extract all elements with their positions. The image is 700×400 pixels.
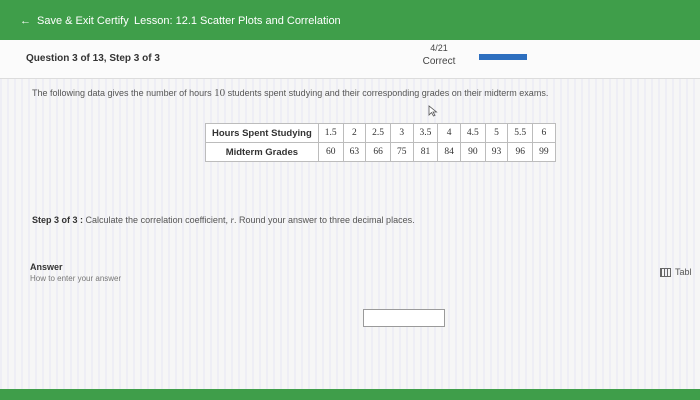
step-instruction: Step 3 of 3 : Calculate the correlation …: [32, 215, 415, 225]
student-count: 10: [214, 87, 226, 99]
table-cell-hours: 1.5: [317, 123, 344, 143]
step-text-after: . Round your answer to three decimal pla…: [233, 215, 415, 225]
status-text: Correct: [422, 56, 456, 67]
step-label: Step 3 of 3 :: [32, 215, 84, 225]
table-cell-grade: 93: [484, 142, 509, 162]
problem-prompt: The following data gives the number of h…: [32, 87, 548, 99]
table-cell-hours: 3.5: [412, 123, 439, 143]
save-exit-label: Save & Exit Certify: [37, 15, 129, 27]
row-header-grades: Midterm Grades: [205, 142, 319, 162]
table-row: Hours Spent Studying 1.5 2 2.5 3 3.5 4 4.5 5 5.5…: [205, 123, 556, 143]
top-bar: ← Save & Exit Certify Lesson: 12.1 Scatt…: [0, 0, 700, 40]
prompt-text-before: The following data gives the number of h…: [32, 88, 212, 98]
table-cell-hours: 4: [437, 123, 461, 143]
table-cell-hours: 5: [484, 123, 509, 143]
progress-bar: [479, 54, 527, 60]
table-cell-hours: 3: [390, 123, 414, 143]
row-header-hours: Hours Spent Studying: [205, 123, 319, 143]
back-arrow-icon: ←: [20, 15, 31, 27]
table-cell-grade: 96: [507, 142, 534, 162]
tables-button-label: Tabl: [675, 267, 692, 277]
answer-input[interactable]: [363, 309, 445, 327]
progress-fill: [479, 54, 527, 60]
mouse-cursor-icon: [428, 105, 438, 117]
score: 4/21: [430, 43, 448, 53]
table-cell-hours: 6: [532, 123, 556, 143]
question-number: Question 3 of 13, Step 3 of 3: [26, 53, 160, 64]
lesson-title: Lesson: 12.1 Scatter Plots and Correlati…: [134, 15, 341, 27]
answer-label: Answer: [30, 262, 63, 272]
question-header: Question 3 of 13, Step 3 of 3 4/21 Corre…: [0, 40, 700, 79]
table-cell-grade: 66: [365, 142, 391, 162]
tables-button[interactable]: Tabl: [654, 264, 700, 280]
table-cell-grade: 63: [342, 142, 367, 162]
table-cell-grade: 81: [412, 142, 439, 162]
table-cell-grade: 75: [390, 142, 414, 162]
table-cell-grade: 84: [437, 142, 461, 162]
save-exit-button[interactable]: ← Save & Exit Certify: [20, 15, 129, 27]
table-row: Midterm Grades 60 63 66 75 81 84 90 93 96 99: [205, 142, 556, 162]
table-cell-grade: 90: [459, 142, 486, 162]
table-icon: [660, 267, 671, 277]
answer-help-link[interactable]: How to enter your answer: [30, 274, 121, 283]
table-cell-hours: 5.5: [507, 123, 534, 143]
bottom-bar: [0, 389, 700, 400]
prompt-text-after: students spent studying and their corres…: [227, 88, 549, 98]
step-text-before: Calculate the correlation coefficient,: [85, 215, 228, 225]
table-cell-grade: 60: [317, 142, 344, 162]
question-body: The following data gives the number of h…: [0, 79, 700, 389]
table-cell-hours: 2.5: [365, 123, 391, 143]
table-cell-grade: 99: [532, 142, 556, 162]
table-cell-hours: 4.5: [459, 123, 486, 143]
table-cell-hours: 2: [342, 123, 367, 143]
data-table: Hours Spent Studying 1.5 2 2.5 3 3.5 4 4.5 5 5.5…: [205, 123, 556, 162]
